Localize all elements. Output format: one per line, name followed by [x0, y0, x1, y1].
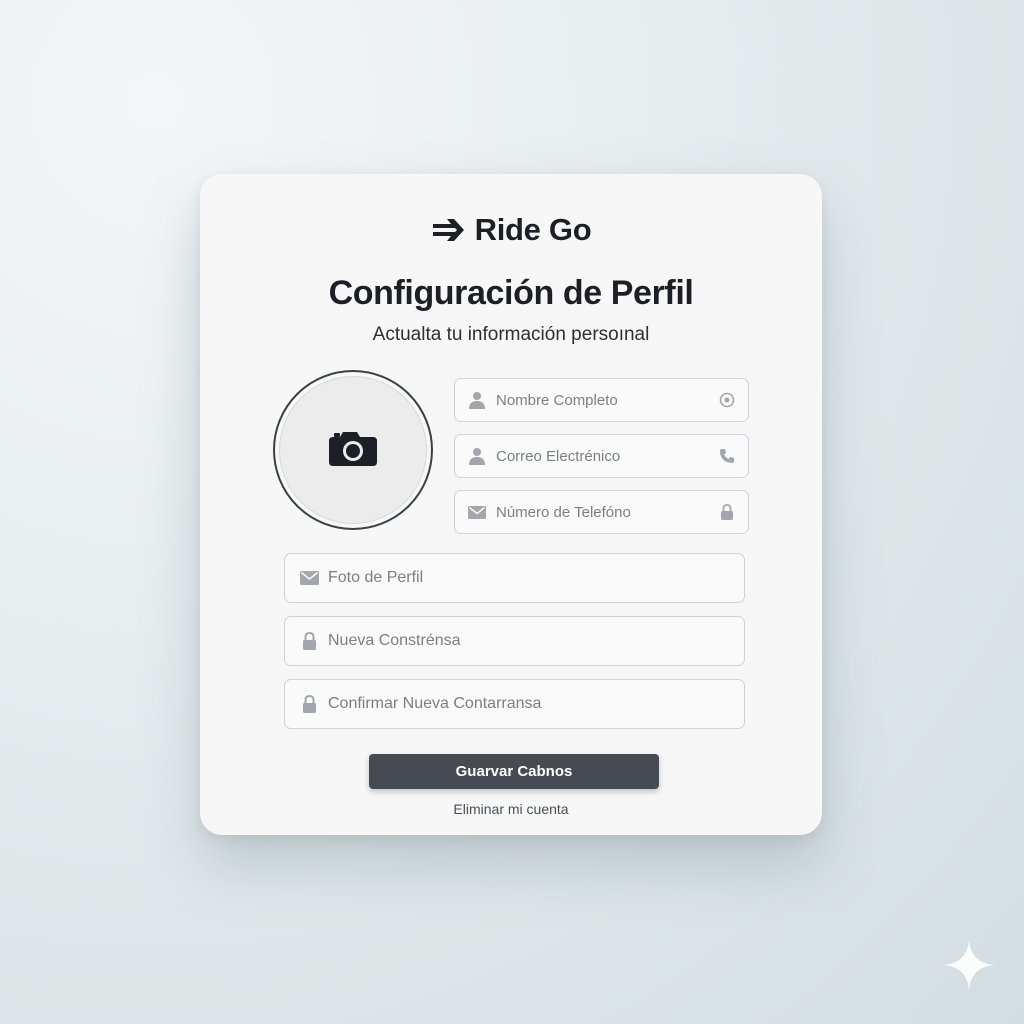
email-placeholder: Correo Electrénico — [496, 447, 621, 465]
double-arrow-right-icon — [431, 216, 467, 244]
camera-icon — [327, 428, 379, 473]
user-icon — [467, 390, 487, 410]
profile-photo-placeholder: Foto de Perfil — [328, 569, 424, 586]
mail-icon — [299, 568, 319, 588]
avatar-upload[interactable] — [273, 370, 433, 530]
page-subtitle: Actualta tu información persoınal — [372, 324, 650, 345]
phone-placeholder: Número de Telefóno — [496, 503, 631, 521]
lock-icon — [718, 503, 736, 521]
new-password-field[interactable]: Nueva Constrénsa — [284, 616, 745, 666]
confirm-password-field[interactable]: Confirmar Nueva Contarransa — [284, 679, 745, 729]
brand: Ride Go — [200, 212, 822, 248]
profile-photo-field[interactable]: Foto de Perfil — [284, 553, 745, 603]
avatar-placeholder[interactable] — [279, 376, 427, 524]
lock-icon — [299, 631, 319, 651]
profile-settings-card: Ride Go Configuración de Perfil Actualta… — [200, 174, 822, 835]
confirm-password-placeholder: Confirmar Nueva Contarransa — [328, 695, 542, 712]
brand-name: Ride Go — [474, 212, 592, 247]
new-password-placeholder: Nueva Constrénsa — [328, 632, 461, 649]
delete-account-link[interactable]: Eliminar mi cuenta — [200, 801, 822, 817]
email-field[interactable]: Correo Electrénico — [454, 434, 749, 478]
page-title: Configuración de Perfil — [328, 274, 694, 312]
mail-icon — [467, 502, 487, 522]
sparkle-icon — [942, 938, 996, 992]
full-name-field[interactable]: Nombre Completo — [454, 378, 749, 422]
user-icon — [467, 446, 487, 466]
lock-icon — [299, 694, 319, 714]
phone-field[interactable]: Número de Telefóno — [454, 490, 749, 534]
phone-icon — [718, 447, 736, 465]
full-name-placeholder: Nombre Completo — [496, 391, 618, 409]
save-changes-button[interactable]: Guarvar Cabnos — [369, 754, 659, 789]
info-circle-icon — [718, 391, 736, 409]
